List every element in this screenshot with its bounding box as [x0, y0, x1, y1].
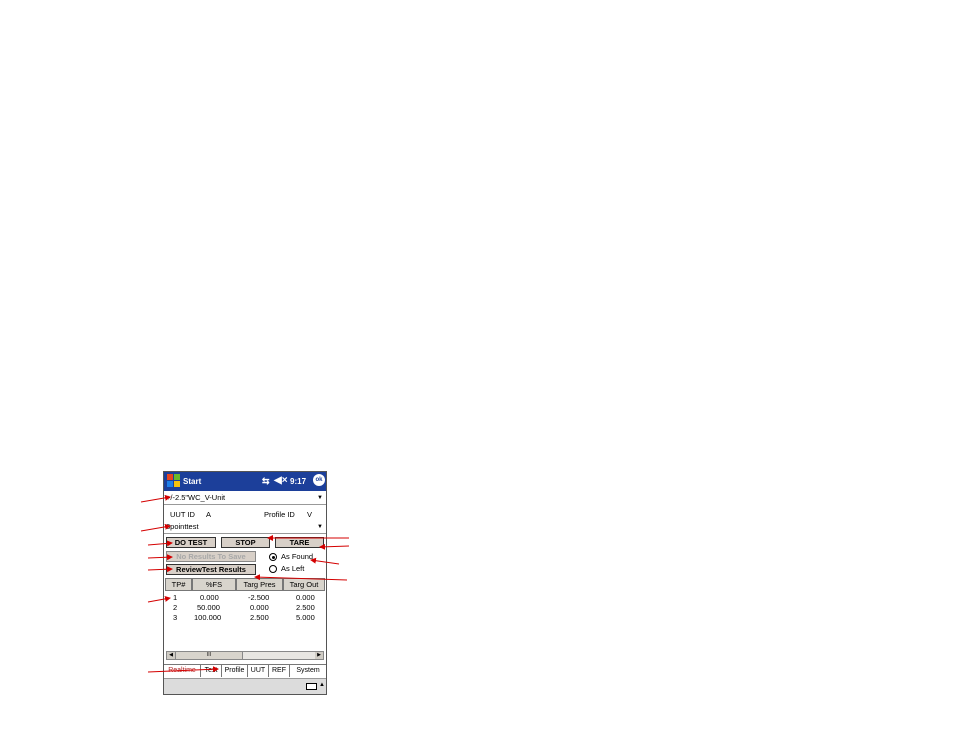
- arrow-do-test: [147, 540, 173, 547]
- arrow-save-results: [147, 554, 173, 561]
- arrow-column-header: [254, 574, 348, 581]
- arrow-tabs: [147, 666, 219, 673]
- arrow-profile-select: [140, 523, 171, 532]
- annotation-arrows: [140, 494, 350, 673]
- arrow-radios: [310, 557, 340, 565]
- arrow-review-results: [147, 566, 173, 573]
- arrow-tare: [319, 543, 350, 550]
- arrow-table: [147, 595, 171, 603]
- arrow-unit-select: [140, 494, 171, 503]
